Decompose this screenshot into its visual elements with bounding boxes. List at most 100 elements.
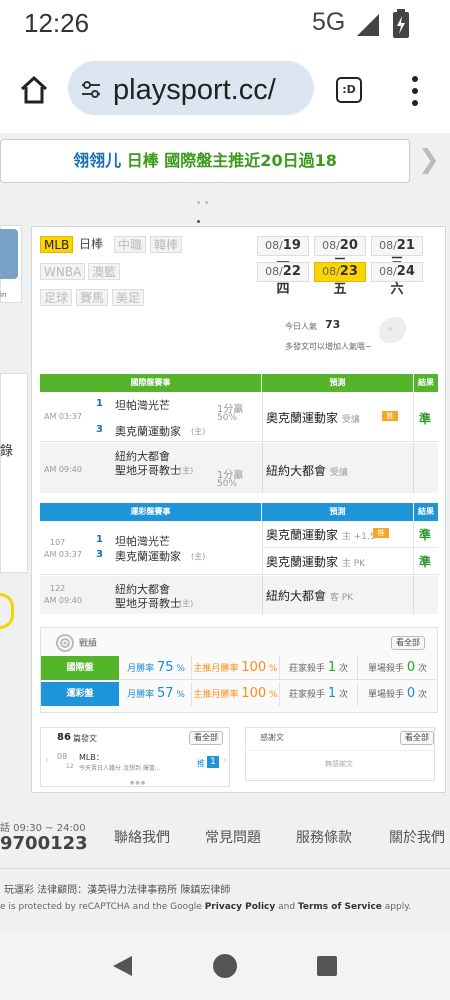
sport-tab[interactable]: 韓棒	[150, 236, 183, 253]
month-win-rate: 月勝率 75 %	[127, 660, 185, 675]
chevron-right-icon[interactable]: ›	[223, 755, 227, 766]
announcement-text[interactable]: 日棒 國際盤主推近20日過18	[127, 151, 337, 170]
privacy-policy-link[interactable]: Privacy Policy	[205, 902, 276, 912]
date-tab-active[interactable]: 08/23 五	[314, 262, 366, 297]
away-team[interactable]: 坦帕灣光芒	[115, 397, 170, 413]
sport-tab[interactable]: 賽馬	[76, 289, 109, 306]
prediction-pick[interactable]: 紐約大都會 客 PK	[266, 587, 353, 604]
home-team[interactable]: 聖地牙哥教士	[115, 595, 181, 611]
home-nav-icon[interactable]	[212, 953, 238, 979]
banker-killer: 莊家殺手 1 次	[279, 656, 357, 680]
view-all-button[interactable]: 看全部	[189, 731, 223, 745]
footer-link-about[interactable]: 關於我們	[389, 827, 445, 847]
home-tag: (主)	[179, 599, 194, 608]
sport-tab-mlb[interactable]: MLB	[40, 236, 74, 253]
posts-label: 篇發文	[73, 734, 97, 743]
intl-header: 國際盤賽事	[40, 374, 261, 392]
home-team[interactable]: 奧克蘭運動家	[115, 548, 181, 564]
mascot-icon	[379, 317, 407, 344]
thanks-panel: 感謝文 看全部 無感謝文	[245, 727, 436, 781]
footer-link-terms[interactable]: 服務條款	[296, 827, 352, 847]
url-text[interactable]: playsport.cc/	[113, 74, 276, 107]
record-label: 國際盤	[41, 656, 119, 680]
chevron-left-icon[interactable]: ‹	[45, 755, 49, 766]
team-number: 1	[96, 534, 103, 545]
home-icon[interactable]	[19, 75, 49, 105]
chevron-right-icon[interactable]: ❯	[418, 147, 440, 173]
view-all-button[interactable]: 看全部	[391, 636, 425, 650]
terms-link[interactable]: Terms of Service	[298, 902, 382, 912]
sidebar-small-text: in	[0, 291, 7, 299]
game-number: 122	[50, 584, 66, 593]
sport-tab[interactable]: 日棒	[76, 236, 107, 253]
site-settings-icon[interactable]	[80, 78, 102, 100]
network-label: 5G	[312, 8, 346, 36]
home-team[interactable]: 聖地牙哥教士	[115, 462, 181, 478]
result-mark: 準	[419, 528, 432, 542]
team-number: 3	[96, 549, 103, 560]
date-tab[interactable]: 08/24 六	[371, 262, 423, 297]
sport-tab[interactable]: 中職	[114, 236, 147, 253]
browser-toolbar: playsport.cc/ :D	[0, 50, 450, 132]
away-team[interactable]: 坦帕灣光芒	[115, 533, 170, 549]
post-date-month: 08	[57, 752, 68, 761]
announcement-banner[interactable]: 翎翎儿 日棒 國際盤主推近20日過18	[0, 139, 410, 183]
back-icon[interactable]	[110, 954, 134, 978]
announcement-author[interactable]: 翎翎儿	[73, 151, 121, 170]
footer-link-contact[interactable]: 聯絡我們	[114, 827, 170, 847]
sport-tab[interactable]: WNBA	[40, 263, 86, 280]
popularity-value: 73	[325, 318, 341, 331]
push-badge: 推	[382, 411, 398, 421]
intl-table: 國際盤賽事 預測 結果 AM 03:37 1 坦帕灣光芒 3 奧克蘭運動家 (主…	[40, 374, 438, 493]
push-badge: 推	[373, 528, 389, 538]
thanks-empty: 無感謝文	[325, 760, 353, 768]
push-count: 1	[207, 756, 219, 768]
avatar[interactable]	[0, 229, 18, 279]
home-tag: (主)	[179, 466, 194, 475]
single-killer: 單場殺手 0 次	[357, 656, 437, 680]
main-win-rate: 主推月勝率 100 %	[191, 656, 279, 680]
posts-panel: 86 篇發文 看全部 ‹ 08 12 MLB： 今天賣日人鐵分 沒想到 爆冒..…	[40, 727, 230, 787]
sidebar-label[interactable]: 錄	[0, 440, 13, 459]
post-snippet[interactable]: 今天賣日人鐵分 沒想到 爆冒...	[79, 763, 189, 772]
sport-tab[interactable]: 足球	[40, 289, 73, 306]
battery-icon	[393, 9, 409, 38]
sport-tab[interactable]: 澳籃	[88, 263, 121, 280]
table-row: AM 09:40 紐約大都會 聖地牙哥教士 (主) 1分贏 50% 紐約大都會 …	[40, 443, 438, 493]
phone-number[interactable]: 9700123	[0, 833, 88, 854]
month-win-rate: 月勝率 57 %	[127, 686, 185, 701]
predictor-card: MLB 日棒 中職 韓棒 WNBA 澳籃 足球 賽馬 美足 08/19 一 08…	[31, 226, 446, 793]
prediction-pick[interactable]: 奧克蘭運動家 主 +1.5	[266, 526, 376, 543]
date-tab[interactable]: 08/22 四	[257, 262, 309, 297]
recaptcha-notice: e is protected by reCAPTCHA and the Goog…	[0, 902, 412, 912]
signal-icon	[357, 14, 379, 36]
result-header: 結果	[414, 503, 438, 521]
date-tab[interactable]: 08/19 一	[257, 236, 309, 271]
banker-killer: 莊家殺手 1 次	[279, 682, 357, 706]
result-header: 結果	[414, 374, 438, 392]
table-row: 122 AM 09:40 紐約大都會 聖地牙哥教士 (主) 紐約大都會 客 PK	[40, 576, 438, 614]
more-menu-icon[interactable]	[408, 74, 422, 108]
lightbulb-icon	[0, 593, 14, 629]
tab-switcher-button[interactable]: :D	[336, 77, 362, 103]
game-time: AM 03:37	[44, 550, 82, 559]
prediction-pick[interactable]: 奧克蘭運動家 主 PK	[266, 553, 365, 570]
legal-advisor: 玩運彩 法律顧問：漢英得力法律事務所 陳鎮宏律師	[4, 885, 231, 896]
post-title[interactable]: MLB：	[79, 752, 104, 763]
prediction-header: 預測	[262, 503, 413, 521]
prediction-header: 預測	[262, 374, 413, 392]
home-tag: (主)	[191, 552, 206, 561]
date-tab[interactable]: 08/21 三	[371, 236, 423, 271]
view-all-button[interactable]: 看全部	[400, 731, 434, 745]
prediction-pick[interactable]: 奧克蘭運動家 受讓	[266, 409, 360, 426]
home-team[interactable]: 奧克蘭運動家	[115, 423, 181, 439]
record-title: 戰績	[79, 639, 98, 649]
recents-icon[interactable]	[316, 955, 338, 977]
prediction-pick[interactable]: 紐約大都會 受讓	[266, 462, 348, 479]
footer-link-faq[interactable]: 常見問題	[205, 827, 261, 847]
service-hours: 話 09:30 ~ 24:00	[0, 823, 86, 834]
game-time: AM 03:37	[44, 412, 82, 421]
table-row: AM 03:37 1 坦帕灣光芒 3 奧克蘭運動家 (主) 1分贏 50% 奧克…	[40, 392, 438, 442]
date-tab[interactable]: 08/20 二	[314, 236, 366, 271]
sport-tab[interactable]: 美足	[112, 289, 145, 306]
